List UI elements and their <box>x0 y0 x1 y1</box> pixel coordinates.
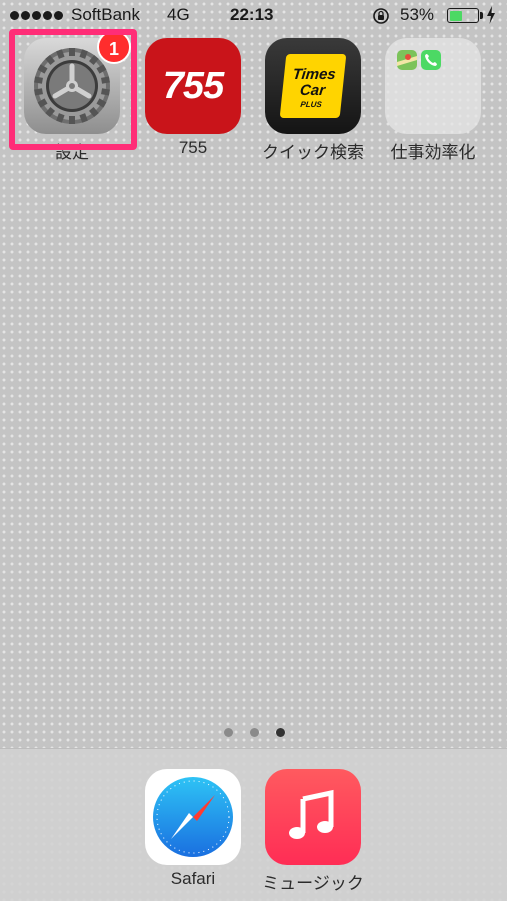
times-logo-plate: Times Car PLUS <box>279 54 347 118</box>
charging-bolt-icon <box>487 6 495 24</box>
safari-compass-icon[interactable] <box>145 769 241 865</box>
755-app-icon[interactable]: 755 <box>145 38 241 134</box>
page-dot-current[interactable] <box>276 728 285 737</box>
app-quick-search[interactable]: Times Car PLUS クイック検索 <box>253 38 373 163</box>
app-755[interactable]: 755 755 <box>133 38 253 158</box>
signal-strength-icon <box>10 11 63 20</box>
phone-mini-icon <box>421 50 441 70</box>
app-label-755: 755 <box>178 138 208 157</box>
dock-app-safari[interactable]: Safari <box>133 769 253 889</box>
page-dot[interactable] <box>224 728 233 737</box>
folder-label: 仕事効率化 <box>390 143 476 162</box>
status-bar: SoftBank 4G 22:13 53% <box>0 0 507 32</box>
app-label-quick-search: クイック検索 <box>262 143 364 162</box>
battery-tip <box>480 12 483 19</box>
folder-productivity[interactable]: 仕事効率化 <box>373 38 493 163</box>
755-logo-text: 755 <box>162 64 224 107</box>
dock-label-safari: Safari <box>170 869 216 888</box>
dock-label-music: ミュージック <box>262 874 364 893</box>
network-type: 4G <box>167 5 190 24</box>
times-car-plus-icon[interactable]: Times Car PLUS <box>265 38 361 134</box>
page-dot[interactable] <box>250 728 259 737</box>
car-logo-text: Car <box>299 82 326 99</box>
dock-app-music[interactable]: ミュージック <box>253 769 373 894</box>
highlight-box <box>9 29 137 150</box>
carrier-name: SoftBank <box>71 5 140 24</box>
rotation-lock-icon <box>373 8 389 24</box>
battery-level-fill <box>449 10 463 21</box>
clock: 22:13 <box>230 5 274 24</box>
maps-mini-icon <box>397 50 417 70</box>
battery-percentage: 53% <box>400 5 435 24</box>
folder-icon[interactable] <box>385 38 481 134</box>
battery-icon <box>447 8 479 23</box>
music-note-icon[interactable] <box>265 769 361 865</box>
plus-logo-text: PLUS <box>299 100 323 109</box>
times-logo-text: Times <box>291 66 337 83</box>
page-indicator[interactable] <box>224 728 285 737</box>
